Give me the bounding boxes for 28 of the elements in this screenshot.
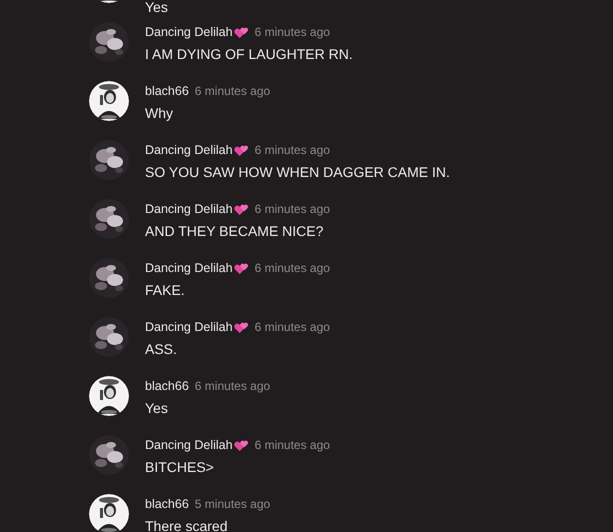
comment-text: Why	[145, 105, 174, 121]
timestamp: 6 minutes ago	[254, 261, 330, 275]
author-name[interactable]: blach66	[145, 379, 189, 393]
comment-text: BITCHES>	[145, 459, 215, 475]
author-name[interactable]: Dancing Delilah	[145, 320, 233, 334]
timestamp: 6 minutes ago	[254, 143, 330, 157]
author-name[interactable]: Dancing Delilah	[145, 438, 233, 452]
timestamp: 6 minutes ago	[254, 438, 330, 452]
timestamp: 6 minutes ago	[254, 320, 330, 334]
comment-text: SO YOU SAW HOW WHEN DAGGER CAME IN.	[145, 164, 450, 180]
timestamp: 6 minutes ago	[254, 25, 330, 39]
comment-text: FAKE.	[145, 282, 186, 298]
author-name[interactable]: Dancing Delilah	[145, 261, 233, 275]
author-name[interactable]: Dancing Delilah	[145, 202, 233, 216]
timestamp: 6 minutes ago	[194, 379, 270, 393]
comment-text: Yes	[145, 400, 169, 416]
author-name[interactable]: Dancing Delilah	[145, 25, 233, 39]
timestamp: 6 minutes ago	[194, 84, 270, 98]
comment-text: There scared	[145, 518, 228, 532]
timestamp: 5 minutes ago	[194, 497, 270, 511]
author-name[interactable]: Dancing Delilah	[145, 143, 233, 157]
author-name[interactable]: blach66	[145, 497, 189, 511]
comment-text: Yes	[145, 0, 168, 15]
timestamp: 6 minutes ago	[254, 202, 330, 216]
comment-text: I AM DYING OF LAUGHTER RN.	[145, 46, 353, 62]
comment-text: AND THEY BECAME NICE?	[145, 223, 324, 239]
author-name[interactable]: blach66	[145, 84, 189, 98]
comment-text: ASS.	[145, 341, 178, 357]
